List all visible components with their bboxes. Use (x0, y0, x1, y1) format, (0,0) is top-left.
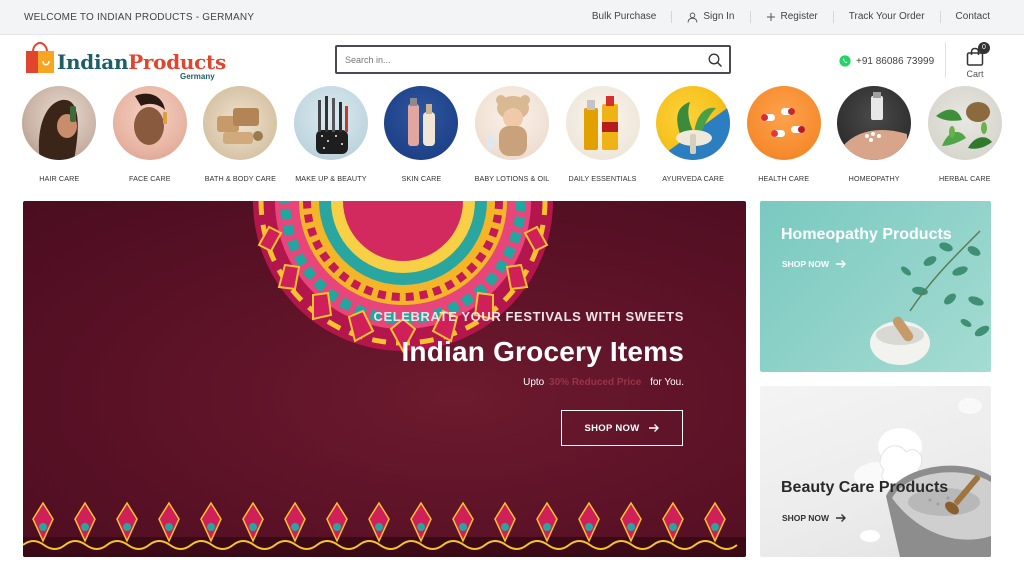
register-label: Register (780, 11, 818, 22)
category-herbal-care[interactable]: HERBAL CARE (919, 86, 1010, 186)
beauty-care-shop-now-link[interactable]: SHOP NOW (782, 513, 847, 523)
phone-contact[interactable]: +91 86086 73999 (839, 55, 934, 67)
header: IndianProducts Germany +91 86086 73999 0… (0, 36, 1024, 86)
daily-essentials-image (565, 86, 640, 160)
category-makeup-beauty[interactable]: MAKE UP & BEAUTY (286, 86, 377, 186)
homeopathy-shop-now-link[interactable]: SHOP NOW (782, 259, 847, 269)
sign-in-link[interactable]: Sign In (671, 11, 749, 23)
category-label: AYURVEDA CARE (662, 174, 724, 183)
homeopathy-banner[interactable]: Homeopathy Products SHOP NOW (760, 201, 991, 372)
hero-offer-suffix: for You. (650, 377, 684, 388)
category-label: FACE CARE (129, 174, 171, 183)
category-label: HEALTH CARE (758, 174, 810, 183)
top-bar: WELCOME TO INDIAN PRODUCTS - GERMANY Bul… (0, 0, 1024, 35)
category-hair-care[interactable]: HAIR CARE (14, 86, 105, 186)
hero-subtitle: CELEBRATE YOUR FESTIVALS WITH SWEETS (373, 309, 684, 324)
homeopathy-image (837, 86, 912, 160)
face-care-image (112, 86, 187, 160)
contact-link[interactable]: Contact (939, 11, 1000, 23)
category-ayurveda-care[interactable]: AYURVEDA CARE (648, 86, 739, 186)
category-health-care[interactable]: HEALTH CARE (738, 86, 829, 186)
category-label: HOMEOPATHY (848, 174, 900, 183)
bulk-purchase-link[interactable]: Bulk Purchase (577, 11, 671, 23)
hero-banner[interactable]: CELEBRATE YOUR FESTIVALS WITH SWEETS Ind… (23, 201, 746, 557)
border-decoration-bottom (23, 501, 746, 557)
hero-offer-highlight: 30% Reduced Price (549, 377, 642, 388)
logo-word-1: Indian (57, 50, 129, 74)
search-icon[interactable] (707, 52, 723, 68)
baby-lotions-oil-image (475, 86, 549, 160)
category-strip: HAIR CARE FACE CARE BATH & BODY CARE MAK… (14, 86, 1010, 186)
homeopathy-title: Homeopathy Products (781, 226, 952, 243)
homeopathy-shop-now-label: SHOP NOW (782, 259, 830, 269)
shopping-bag-logo-icon (26, 42, 54, 73)
search-box (335, 45, 731, 74)
phone-number: +91 86086 73999 (856, 55, 935, 67)
register-link[interactable]: Register (749, 11, 833, 23)
cart-label: Cart (966, 69, 984, 79)
whatsapp-icon (839, 55, 851, 67)
hair-care-image (22, 86, 97, 160)
sign-in-label: Sign In (703, 11, 735, 22)
logo-wordmark: IndianProducts (57, 50, 226, 74)
category-label: HAIR CARE (39, 174, 80, 183)
beauty-care-shop-now-label: SHOP NOW (782, 513, 830, 523)
category-label: MAKE UP & BEAUTY (295, 174, 367, 183)
hero-shop-now-button[interactable]: SHOP NOW (561, 410, 683, 446)
category-skin-care[interactable]: SKIN CARE (376, 86, 467, 186)
welcome-text: WELCOME TO INDIAN PRODUCTS - GERMANY (24, 11, 255, 23)
category-label: HERBAL CARE (938, 174, 991, 183)
cart-button[interactable]: 0 Cart (960, 42, 992, 82)
bulk-purchase-label: Bulk Purchase (591, 11, 657, 22)
category-label: SKIN CARE (401, 174, 442, 183)
site-logo[interactable]: IndianProducts Germany (24, 40, 226, 82)
herbal-care-image (927, 86, 1002, 160)
makeup-beauty-image (293, 86, 368, 160)
arrow-right-icon (836, 260, 847, 268)
top-links: Bulk Purchase Sign In Register Track You… (577, 11, 1000, 23)
user-icon (688, 12, 698, 23)
search-input[interactable] (337, 47, 697, 72)
logo-subtitle: Germany (180, 72, 215, 81)
category-daily-essentials[interactable]: DAILY ESSENTIALS (557, 86, 648, 186)
arrow-right-icon (836, 514, 847, 522)
plus-icon (766, 13, 775, 21)
beauty-care-art (854, 398, 991, 557)
category-label: DAILY ESSENTIALS (568, 174, 637, 183)
contact-label: Contact (955, 11, 990, 22)
skin-care-image (384, 86, 459, 160)
logo-word-2: Products (128, 50, 226, 74)
beauty-care-title: Beauty Care Products (781, 479, 949, 496)
category-baby-lotions-oil[interactable]: BABY LOTIONS & OIL (467, 86, 558, 186)
track-order-label: Track Your Order (848, 11, 925, 22)
hero-offer-prefix: Upto (523, 377, 545, 388)
track-order-link[interactable]: Track Your Order (832, 11, 940, 23)
arrow-right-icon (648, 424, 659, 432)
category-homeopathy[interactable]: HOMEOPATHY (829, 86, 920, 186)
beauty-care-banner[interactable]: Beauty Care Products SHOP NOW (760, 386, 991, 557)
hero-shop-now-label: SHOP NOW (584, 422, 640, 434)
bath-body-care-image (203, 86, 278, 160)
category-bath-body-care[interactable]: BATH & BODY CARE (195, 86, 286, 186)
hero-title: Indian Grocery Items (401, 336, 684, 367)
category-label: BABY LOTIONS & OIL (474, 174, 550, 183)
category-label: BATH & BODY CARE (204, 174, 276, 183)
health-care-image (746, 86, 821, 160)
category-face-care[interactable]: FACE CARE (105, 86, 196, 186)
header-divider (945, 42, 946, 78)
ayurveda-care-image (656, 86, 731, 160)
hero-offer-line: Upto 30% Reduced Price for You. (523, 377, 684, 388)
cart-count-badge: 0 (978, 42, 990, 54)
